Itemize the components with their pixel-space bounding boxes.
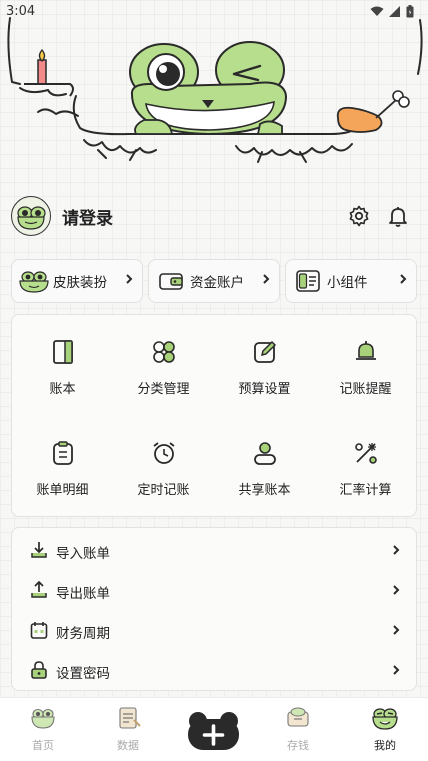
edit-square-icon <box>253 340 276 363</box>
avatar[interactable] <box>11 196 51 236</box>
tab-savings[interactable]: 存钱 <box>268 706 328 756</box>
grid-item-budget[interactable]: 预算设置 <box>214 315 315 397</box>
skin-decoration-label: 皮肤装扮 <box>53 275 107 291</box>
grid-item-ledger[interactable]: 账本 <box>12 315 113 397</box>
grid-item-reminder[interactable]: 记账提醒 <box>315 315 416 397</box>
chevron-right-icon <box>393 625 400 635</box>
skin-decoration-card[interactable]: 皮肤装扮 <box>11 259 143 303</box>
tab-data[interactable]: 数据 <box>98 706 158 756</box>
tab-label: 存钱 <box>287 739 309 752</box>
grid-item-scheduled[interactable]: 定时记账 <box>113 416 214 498</box>
chevron-right-icon <box>393 545 400 555</box>
list-item-finance-cycle[interactable]: 财务周期 <box>12 610 416 650</box>
frog-avatar-icon <box>17 206 46 230</box>
list-item-import-bill[interactable]: 导入账单 <box>12 530 416 570</box>
list-item-label: 财务周期 <box>56 626 110 642</box>
grid-item-label: 定时记账 <box>137 483 190 498</box>
grid-item-label: 分类管理 <box>137 382 190 397</box>
frog-character <box>129 41 288 136</box>
drumstick-icon <box>336 90 410 133</box>
grid-item-label: 账本 <box>49 382 76 397</box>
tab-mine[interactable]: 我的 <box>355 706 415 756</box>
widget-label: 小组件 <box>327 275 368 291</box>
chevron-right-icon <box>393 585 400 595</box>
tab-label: 数据 <box>117 739 139 752</box>
chevron-right-icon <box>393 665 400 675</box>
clipboard-list-icon <box>52 441 73 465</box>
grid-item-label: 预算设置 <box>238 382 291 397</box>
profile-header: 请登录 <box>0 196 428 240</box>
list-item-set-password[interactable]: 设置密码 <box>12 650 416 690</box>
add-record-button[interactable] <box>186 711 241 751</box>
frog-mine-icon <box>372 708 398 730</box>
fund-account-label: 资金账户 <box>190 275 244 291</box>
hero-frog-illustration <box>7 17 423 163</box>
frog-data-icon <box>119 707 141 729</box>
import-icon <box>31 542 47 558</box>
tab-label: 首页 <box>32 739 54 752</box>
settings-gear-icon[interactable] <box>347 204 371 228</box>
chevron-right-icon <box>126 274 133 284</box>
lock-icon <box>31 661 47 679</box>
fund-account-card[interactable]: 资金账户 <box>148 259 280 303</box>
list-item-label: 设置密码 <box>56 666 110 682</box>
grid-item-label: 记账提醒 <box>339 382 392 397</box>
feature-grid: 账本 分类管理 预算设置 记账提醒 账单明细 定时记账 共享账本 汇率计算 <box>11 314 417 517</box>
grid-item-exchange[interactable]: 汇率计算 <box>315 416 416 498</box>
exchange-rate-icon <box>354 443 377 464</box>
grid-item-label: 共享账本 <box>238 483 291 498</box>
chevron-right-icon <box>263 274 270 284</box>
bell-reminder-icon <box>355 341 376 360</box>
chevron-right-icon <box>400 274 407 284</box>
quick-cards: 皮肤装扮 资金账户 小组件 <box>11 259 417 303</box>
candle-icon <box>24 48 74 97</box>
category-clover-icon <box>152 341 175 363</box>
settings-list: 导入账单 导出账单 财务周期 设置密码 <box>11 527 417 691</box>
grid-item-category[interactable]: 分类管理 <box>113 315 214 397</box>
frog-savings-icon <box>287 707 309 727</box>
list-item-label: 导出账单 <box>56 586 110 602</box>
widget-card[interactable]: 小组件 <box>285 259 417 303</box>
grid-item-label: 汇率计算 <box>339 483 392 498</box>
tab-home[interactable]: 首页 <box>13 706 73 756</box>
tab-label: 我的 <box>374 739 396 752</box>
list-item-label: 导入账单 <box>56 546 110 562</box>
frog-home-icon <box>31 708 55 729</box>
grid-item-bill-detail[interactable]: 账单明细 <box>12 416 113 498</box>
widget-icon <box>291 268 325 294</box>
login-label[interactable]: 请登录 <box>62 204 113 229</box>
wallet-icon <box>154 268 188 294</box>
book-icon <box>52 340 73 364</box>
notification-bell-icon[interactable] <box>386 204 410 228</box>
list-item-export-bill[interactable]: 导出账单 <box>12 570 416 610</box>
user-share-icon <box>253 442 276 465</box>
frog-face-icon <box>17 268 51 294</box>
grid-item-shared[interactable]: 共享账本 <box>214 416 315 498</box>
export-icon <box>31 581 47 598</box>
grid-item-label: 账单明细 <box>36 483 89 498</box>
alarm-clock-icon <box>152 442 175 464</box>
calendar-icon <box>30 622 48 639</box>
